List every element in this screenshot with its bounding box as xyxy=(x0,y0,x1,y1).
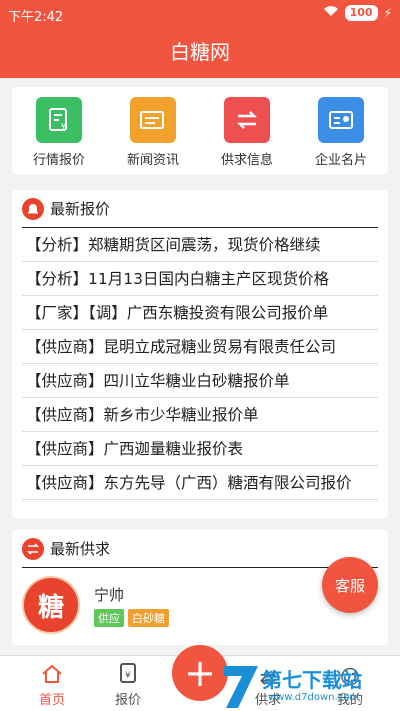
watermark-logo-icon xyxy=(224,666,258,708)
price-doc-icon: ¥ xyxy=(36,97,82,143)
watermark-text: 第七下载站 xyxy=(262,668,362,692)
quick-link-business-card[interactable]: 企业名片 xyxy=(301,97,381,168)
exchange-icon xyxy=(22,537,44,560)
quick-link-supply[interactable]: 供求信息 xyxy=(207,97,287,168)
status-icons: 100 ⚡ xyxy=(323,5,392,21)
quick-link-label: 行情报价 xyxy=(32,153,85,168)
home-icon xyxy=(41,664,63,689)
page-title: 白糖网 xyxy=(0,28,400,78)
price-icon: ¥ xyxy=(118,662,138,689)
status-bar: 下午2:42 100 ⚡ xyxy=(0,0,400,28)
watermark-url: www.d7down.com xyxy=(268,692,360,703)
business-card-icon xyxy=(318,97,364,143)
quick-link-prices[interactable]: ¥ 行情报价 xyxy=(19,97,99,168)
wifi-icon xyxy=(323,5,339,21)
svg-text:¥: ¥ xyxy=(125,671,131,681)
tab-prices[interactable]: ¥ 报价 xyxy=(88,656,168,711)
supply-type-badge: 供应 xyxy=(94,608,124,627)
tab-label: 报价 xyxy=(114,693,141,708)
quick-links: ¥ 行情报价 新闻资讯 供求信息 企业名片 xyxy=(12,87,388,174)
list-item[interactable]: 【供应商】四川立华糖业白砂糖报价单 xyxy=(22,364,378,398)
tab-label: 首页 xyxy=(38,693,65,708)
list-item[interactable]: 【分析】郑糖期货区间震荡，现货价格继续 xyxy=(22,228,378,262)
supply-tags: 供应 白砂糖 xyxy=(94,608,169,627)
exchange-icon xyxy=(224,97,270,143)
list-item[interactable]: 【供应商】广西迦量糖业报价表 xyxy=(22,432,378,466)
list-item[interactable]: 【厂家】【调】广西东糖投资有限公司报价单 xyxy=(22,296,378,330)
list-item[interactable]: 【供应商】东方先导（广西）糖酒有限公司报价 xyxy=(22,466,378,500)
quick-link-label: 企业名片 xyxy=(314,153,367,168)
battery-icon: 100 xyxy=(344,5,378,21)
list-item[interactable]: 【分析】11月13日国内白糖主产区现货价格 xyxy=(22,262,378,296)
status-time: 下午2:42 xyxy=(8,10,64,25)
price-list: 【分析】郑糖期货区间震荡，现货价格继续 【分析】11月13日国内白糖主产区现货价… xyxy=(22,228,378,500)
quick-link-news[interactable]: 新闻资讯 xyxy=(113,97,193,168)
supply-info: 宁帅 供应 白砂糖 xyxy=(94,584,169,627)
section-title: 最新报价 xyxy=(50,200,111,218)
charging-icon: ⚡ xyxy=(383,6,392,20)
section-header: 最新供求 xyxy=(22,530,378,568)
list-item[interactable]: 【供应商】昆明立成冠糖业贸易有限责任公司 xyxy=(22,330,378,364)
section-title: 最新供求 xyxy=(50,540,111,558)
list-item[interactable]: 【供应商】新乡市少华糖业报价单 xyxy=(22,398,378,432)
svg-text:¥: ¥ xyxy=(61,122,66,131)
customer-service-button[interactable]: 客服 xyxy=(322,557,378,613)
product-badge: 白砂糖 xyxy=(128,608,169,627)
tab-home[interactable]: 首页 xyxy=(12,656,92,711)
quick-link-label: 供求信息 xyxy=(220,153,273,168)
bell-icon xyxy=(22,197,44,220)
section-header: 最新报价 xyxy=(22,190,378,228)
news-icon xyxy=(130,97,176,143)
supplier-name: 宁帅 xyxy=(94,585,125,604)
latest-prices-section: 最新报价 【分析】郑糖期货区间震荡，现货价格继续 【分析】11月13日国内白糖主… xyxy=(12,190,388,518)
quick-link-label: 新闻资讯 xyxy=(126,153,179,168)
watermark: 第七下载站 www.d7down.com xyxy=(218,660,400,711)
avatar: 糖 xyxy=(22,576,80,634)
